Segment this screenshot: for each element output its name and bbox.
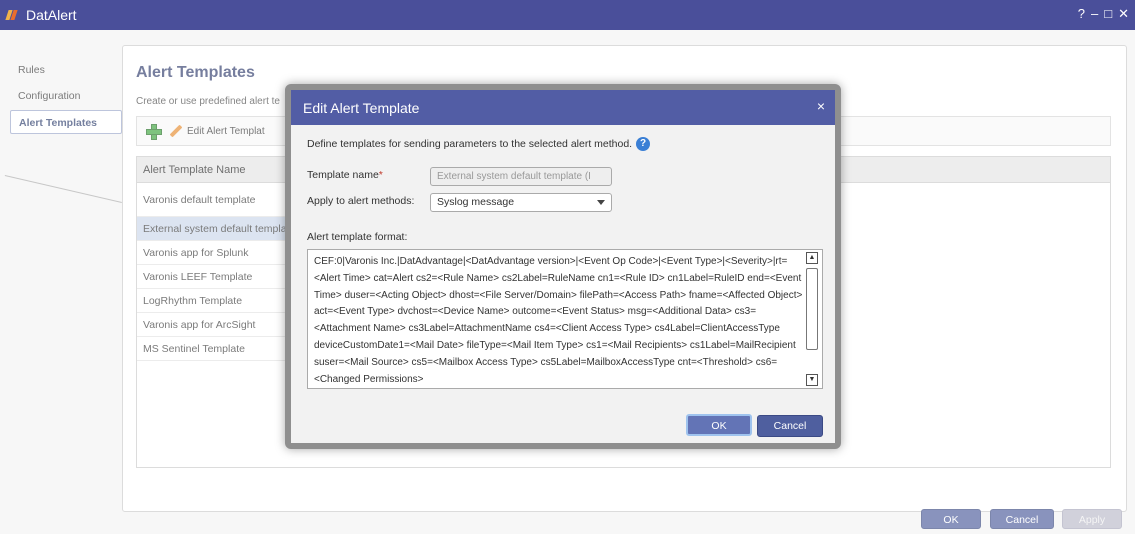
maximize-button[interactable]: □: [1104, 6, 1112, 22]
description-text: Define templates for sending parameters …: [307, 138, 633, 150]
window-controls: ? – □ ✕: [1078, 6, 1129, 22]
app-title: DatAlert: [26, 7, 77, 23]
close-icon[interactable]: ×: [817, 98, 825, 114]
help-window-button[interactable]: ?: [1078, 6, 1085, 22]
minimize-button[interactable]: –: [1091, 6, 1098, 22]
template-name-label: Template name: [307, 169, 379, 181]
apply-methods-label: Apply to alert methods:: [307, 195, 415, 207]
format-label: Alert template format:: [307, 231, 408, 243]
title-bar: DatAlert ? – □ ✕: [0, 0, 1135, 30]
alert-methods-value: Syslog message: [437, 196, 515, 208]
dialog-header: Edit Alert Template ×: [291, 90, 835, 125]
dialog-title: Edit Alert Template: [303, 99, 420, 116]
scrollbar[interactable]: ▲ ▼: [806, 252, 820, 386]
dialog-ok-button[interactable]: OK: [686, 414, 752, 436]
template-format-textarea[interactable]: CEF:0|Varonis Inc.|DatAdvantage|<DatAdva…: [307, 249, 823, 389]
required-mark: *: [378, 169, 383, 181]
scroll-down-icon[interactable]: ▼: [806, 374, 818, 386]
alert-methods-select[interactable]: Syslog message: [430, 193, 612, 212]
dialog-body: Define templates for sending parameters …: [291, 125, 835, 443]
template-name-field[interactable]: External system default template (I: [430, 167, 612, 186]
dialog-description: Define templates for sending parameters …: [307, 137, 651, 151]
edit-alert-template-dialog: Edit Alert Template × Define templates f…: [285, 84, 841, 449]
help-icon[interactable]: ?: [636, 137, 651, 151]
scroll-thumb[interactable]: [806, 268, 818, 350]
scroll-up-icon[interactable]: ▲: [806, 252, 818, 264]
app-logo-icon: [6, 8, 20, 22]
dialog-cancel-button[interactable]: Cancel: [757, 415, 823, 437]
template-format-text: CEF:0|Varonis Inc.|DatAdvantage|<DatAdva…: [314, 256, 803, 385]
template-name-label-wrap: Template name*: [307, 169, 383, 181]
close-window-button[interactable]: ✕: [1118, 6, 1129, 22]
chevron-down-icon: [597, 200, 605, 205]
